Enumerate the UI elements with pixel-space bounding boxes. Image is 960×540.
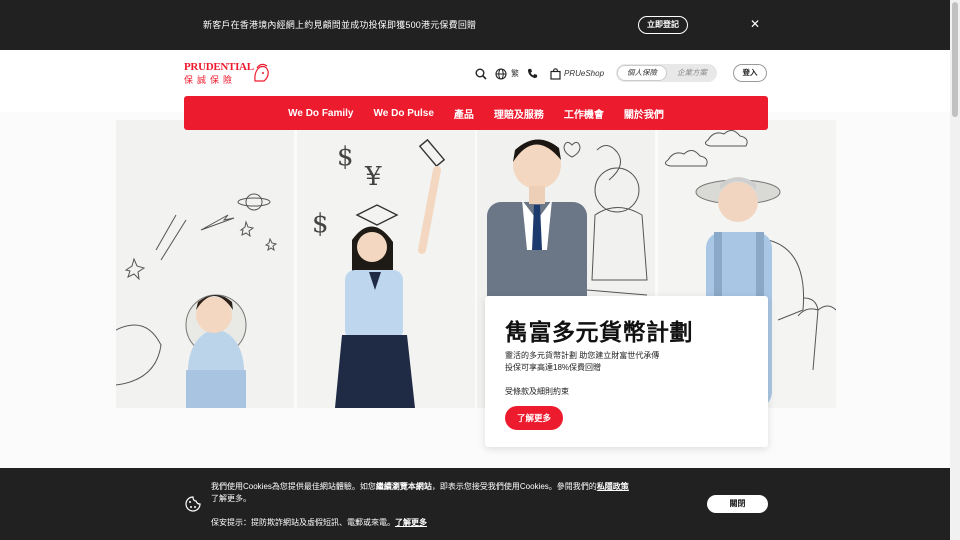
login-button[interactable]: 登入 (733, 64, 767, 82)
cookie-icon (185, 496, 201, 512)
segment-toggle: 個人保險 企業方案 (616, 64, 717, 82)
hero-panel-baby-astronaut (116, 120, 294, 408)
nav-item-about-us[interactable]: 關於我們 (614, 106, 674, 121)
prudential-logo[interactable]: PRUDENTIAL 保誠保險 (184, 61, 274, 87)
main-nav: We Do Family We Do Pulse 產品 理賠及服務 工作機會 關… (184, 96, 768, 130)
nav-item-we-do-pulse[interactable]: We Do Pulse (364, 108, 444, 119)
promo-card: 雋富多元貨幣計劃 靈活的多元貨幣計劃 助您建立財富世代承傳 投保可享高達18%保… (485, 296, 768, 447)
cookie-banner: 我們使用Cookies為您提供最佳網站體驗。如您繼續瀏覽本網站，即表示您接受我們… (0, 468, 950, 540)
register-now-button[interactable]: 立即登記 (638, 16, 688, 34)
svg-text:$: $ (312, 209, 329, 239)
continue-browsing-text: 繼續瀏覽本網站 (375, 482, 432, 491)
security-warning-text: 保安提示：提防欺詐網站及虛假短訊、電郵或來電。 (211, 518, 395, 527)
promo-card-line-2: 投保可享高達18%保費回贈 (505, 363, 602, 372)
scrollbar-thumb[interactable] (952, 2, 958, 117)
prueshop-link[interactable]: PRUeShop (564, 69, 604, 78)
learn-more-button[interactable]: 了解更多 (505, 406, 563, 430)
language-selector[interactable]: 繁 (511, 68, 519, 79)
scrollbar[interactable] (950, 0, 960, 540)
tab-business-solutions[interactable]: 企業方案 (668, 65, 716, 81)
nav-item-we-do-family[interactable]: We Do Family (278, 108, 363, 119)
svg-text:¥: ¥ (364, 162, 382, 192)
promo-text: 新客戶在香港境內經網上約見顧問並成功投保即獲500港元保費回贈 (203, 20, 477, 30)
logo-head-icon (254, 63, 269, 82)
nav-item-claims-services[interactable]: 理賠及服務 (484, 106, 554, 121)
nav-item-careers[interactable]: 工作機會 (554, 106, 614, 121)
nav-item-products[interactable]: 產品 (444, 106, 484, 121)
promo-banner: 新客戶在香港境內經網上約見顧問並成功投保即獲500港元保費回贈 立即登記 ✕ (0, 0, 950, 50)
security-learn-more-link[interactable]: 了解更多 (395, 518, 427, 527)
privacy-policy-link[interactable]: 私隱政策 (597, 482, 629, 491)
close-cookie-button[interactable]: 關閉 (707, 495, 768, 513)
close-icon[interactable]: ✕ (750, 17, 760, 31)
promo-card-terms: 受條款及細則約束 (505, 387, 569, 396)
promo-card-line-1: 靈活的多元貨幣計劃 助您建立財富世代承傳 (505, 351, 660, 360)
security-warning: 保安提示：提防欺詐網站及虛假短訊、電郵或來電。了解更多 (211, 517, 427, 528)
shopping-bag-icon[interactable] (550, 68, 561, 80)
hero-panel-schoolgirl: $ ¥ $ (297, 120, 475, 408)
tab-personal-insurance[interactable]: 個人保險 (617, 65, 667, 81)
svg-text:$: $ (337, 142, 354, 172)
cookie-text-middle: ，即表示您接受我們使用Cookies。參閱我們的 (431, 482, 597, 491)
phone-icon[interactable] (527, 68, 538, 79)
cookie-text-start: 我們使用Cookies為您提供最佳網站體驗。如您 (211, 482, 376, 491)
cookie-text-end: 了解更多。 (211, 494, 251, 503)
search-icon[interactable] (475, 68, 487, 80)
cookie-notice-text: 我們使用Cookies為您提供最佳網站體驗。如您繼續瀏覽本網站，即表示您接受我們… (211, 481, 631, 505)
globe-icon[interactable] (495, 68, 507, 80)
promo-card-title: 雋富多元貨幣計劃 (505, 320, 693, 346)
